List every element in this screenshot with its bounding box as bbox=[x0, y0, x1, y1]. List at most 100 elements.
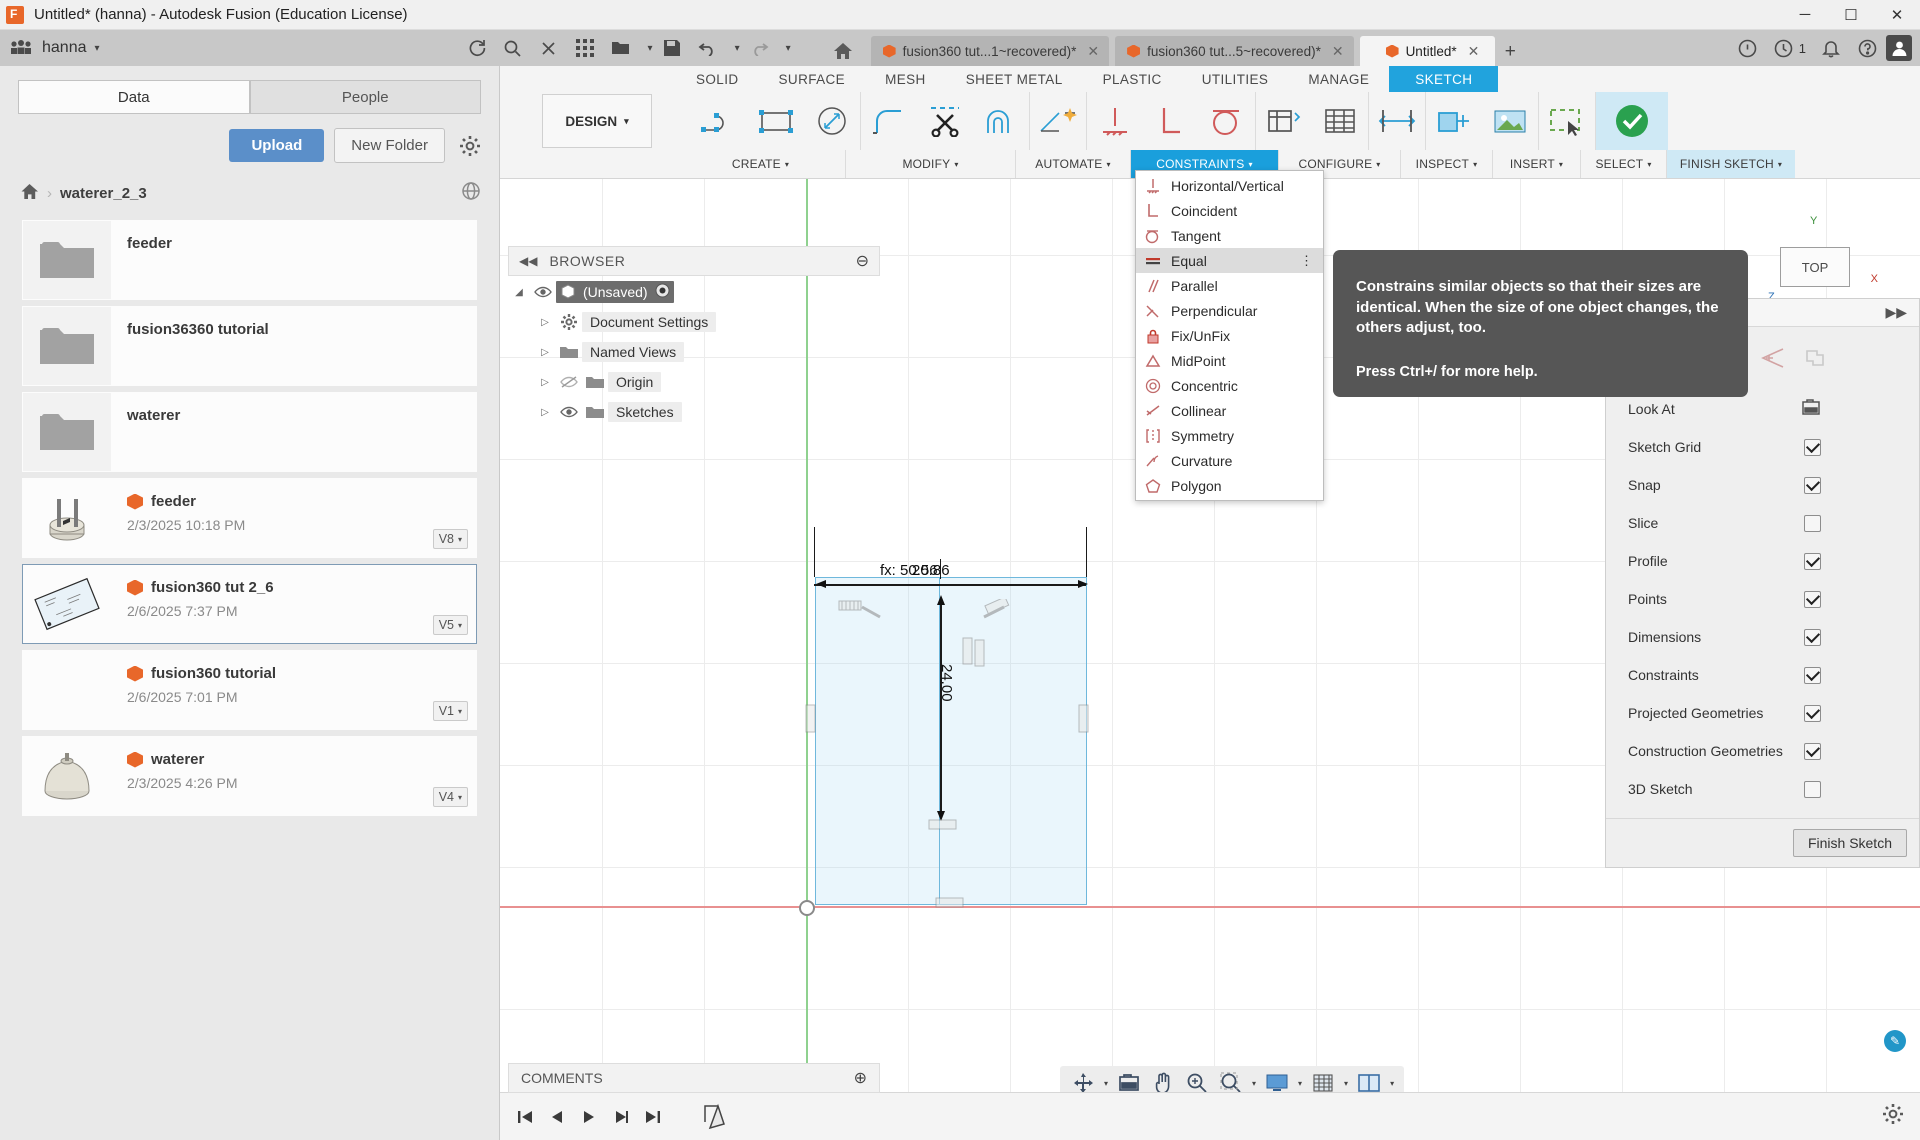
tab-sketch[interactable]: SKETCH bbox=[1389, 66, 1499, 92]
menu-item-fix-unfix[interactable]: Fix/UnFix bbox=[1136, 323, 1323, 348]
version-badge[interactable]: V5 ▾ bbox=[432, 615, 468, 635]
avatar[interactable] bbox=[1886, 35, 1912, 61]
skip-start-icon[interactable] bbox=[510, 1102, 540, 1132]
menu-item-horizontal-vertical[interactable]: Horizontal/Vertical bbox=[1136, 173, 1323, 198]
new-document-icon[interactable] bbox=[604, 33, 638, 63]
menu-item-perpendicular[interactable]: Perpendicular bbox=[1136, 298, 1323, 323]
home-icon[interactable] bbox=[20, 183, 39, 205]
globe-icon[interactable] bbox=[461, 181, 481, 206]
group-label-modify[interactable]: MODIFY ▾ bbox=[846, 150, 1016, 178]
chevron-down-icon[interactable]: ▾ bbox=[1344, 1079, 1348, 1088]
slice-checkbox[interactable] bbox=[1804, 514, 1821, 532]
list-item[interactable]: fusion360 tutorial 2/6/2025 7:01 PM V1 ▾ bbox=[22, 650, 477, 730]
group-label-finish-sketch[interactable]: FINISH SKETCH ▾ bbox=[1667, 150, 1795, 178]
finish-sketch-button[interactable]: Finish Sketch bbox=[1792, 829, 1907, 857]
group-label-inspect[interactable]: INSPECT ▾ bbox=[1401, 150, 1493, 178]
upload-button[interactable]: Upload bbox=[229, 129, 325, 162]
tab-surface[interactable]: SURFACE bbox=[759, 72, 866, 87]
coincident-constraint-icon[interactable] bbox=[1143, 94, 1199, 148]
comments-panel[interactable]: COMMENTS ⊕ bbox=[508, 1063, 880, 1093]
document-tab[interactable]: fusion360 tut...1~recovered)* ✕ bbox=[870, 36, 1110, 66]
chevron-down-icon[interactable]: ▾ bbox=[1390, 1079, 1394, 1088]
palette-row-projected-geometries[interactable]: Projected Geometries bbox=[1606, 694, 1919, 732]
list-item[interactable]: feeder bbox=[22, 220, 477, 300]
points-checkbox[interactable] bbox=[1804, 590, 1821, 608]
home-tab[interactable] bbox=[821, 36, 865, 66]
copy-sketch-icon[interactable] bbox=[1803, 347, 1829, 374]
sketch-feature-icon[interactable] bbox=[700, 1102, 730, 1132]
measure-icon[interactable] bbox=[1369, 94, 1425, 148]
view-cube-face[interactable]: TOP bbox=[1780, 247, 1850, 287]
tab-people[interactable]: People bbox=[249, 80, 481, 114]
help-extension-icon[interactable] bbox=[1731, 33, 1765, 63]
help-icon[interactable] bbox=[1850, 33, 1884, 63]
version-badge[interactable]: V1 ▾ bbox=[432, 701, 468, 721]
tree-row-document-settings[interactable]: ▷ Document Settings bbox=[508, 307, 880, 337]
menu-item-equal[interactable]: Equal ⋮ bbox=[1136, 248, 1323, 273]
dimension-vertical[interactable]: 24.00 bbox=[938, 664, 955, 702]
design-workspace-selector[interactable]: DESIGN ▾ bbox=[542, 94, 652, 148]
group-label-automate[interactable]: AUTOMATE ▾ bbox=[1016, 150, 1131, 178]
version-badge[interactable]: V4 ▾ bbox=[432, 787, 468, 807]
expand-icon[interactable]: ▶▶ bbox=[1885, 304, 1907, 321]
menu-item-midpoint[interactable]: MidPoint bbox=[1136, 348, 1323, 373]
palette-row-3d-sketch[interactable]: 3D Sketch bbox=[1606, 770, 1919, 808]
dimensions-checkbox[interactable] bbox=[1804, 628, 1821, 646]
origin-point[interactable] bbox=[799, 900, 815, 916]
line-tool-icon[interactable] bbox=[692, 94, 748, 148]
eye-icon[interactable] bbox=[556, 406, 582, 418]
list-item[interactable]: feeder 2/3/2025 10:18 PM V8 ▾ bbox=[22, 478, 477, 558]
close-icon[interactable]: ✕ bbox=[1332, 43, 1344, 60]
automate-constraints-icon[interactable] bbox=[1030, 94, 1086, 148]
list-item[interactable]: waterer 2/3/2025 4:26 PM V4 ▾ bbox=[22, 736, 477, 816]
chevron-down-icon[interactable]: ▾ bbox=[1104, 1079, 1108, 1088]
projected-geometries-checkbox[interactable] bbox=[1804, 704, 1821, 722]
menu-item-tangent[interactable]: Tangent bbox=[1136, 223, 1323, 248]
collapse-icon[interactable]: ◀◀ bbox=[519, 254, 537, 268]
close-button[interactable]: ✕ bbox=[1874, 0, 1920, 30]
palette-row-dimensions[interactable]: Dimensions bbox=[1606, 618, 1919, 656]
tab-mesh[interactable]: MESH bbox=[865, 72, 946, 87]
insert-image-icon[interactable] bbox=[1482, 94, 1538, 148]
trim-tool-icon[interactable] bbox=[917, 94, 973, 148]
search-icon[interactable] bbox=[496, 33, 530, 63]
tab-solid[interactable]: SOLID bbox=[676, 72, 759, 87]
constraint-glyph[interactable] bbox=[935, 897, 965, 909]
chevron-down-icon[interactable]: ▾ bbox=[1252, 1079, 1256, 1088]
menu-item-curvature[interactable]: Curvature bbox=[1136, 448, 1323, 473]
constraints-checkbox[interactable] bbox=[1804, 666, 1821, 684]
tab-manage[interactable]: MANAGE bbox=[1288, 72, 1389, 87]
list-item-selected[interactable]: fusion360 tut 2_6 2/6/2025 7:37 PM V5 ▾ bbox=[22, 564, 477, 644]
new-tab-button[interactable]: + bbox=[1495, 41, 1525, 66]
list-item[interactable]: waterer bbox=[22, 392, 477, 472]
palette-row-constraints[interactable]: Constraints bbox=[1606, 656, 1919, 694]
group-label-select[interactable]: SELECT ▾ bbox=[1581, 150, 1667, 178]
eye-hidden-icon[interactable] bbox=[556, 376, 582, 388]
tangent-constraint-icon[interactable] bbox=[1199, 94, 1255, 148]
chevron-down-icon[interactable]: ▾ bbox=[95, 43, 100, 54]
eye-icon[interactable] bbox=[530, 286, 556, 298]
profile-checkbox[interactable] bbox=[1804, 552, 1821, 570]
menu-item-coincident[interactable]: Coincident bbox=[1136, 198, 1323, 223]
version-badge[interactable]: V8 ▾ bbox=[432, 529, 468, 549]
expand-arrow-icon[interactable]: ▷ bbox=[534, 347, 556, 358]
step-back-icon[interactable] bbox=[542, 1102, 572, 1132]
tab-data[interactable]: Data bbox=[18, 80, 250, 114]
rectangle-tool-icon[interactable] bbox=[748, 94, 804, 148]
close-icon[interactable]: ✕ bbox=[1087, 43, 1099, 60]
menu-item-polygon[interactable]: Polygon bbox=[1136, 473, 1323, 498]
chevron-down-icon[interactable]: ▾ bbox=[648, 43, 653, 54]
grid-apps-icon[interactable] bbox=[568, 33, 602, 63]
radio-icon[interactable] bbox=[655, 283, 670, 301]
dimension-horizontal-overlap[interactable]: 20.86 bbox=[912, 562, 950, 579]
chevron-down-icon[interactable]: ▾ bbox=[1298, 1079, 1302, 1088]
tree-row-root[interactable]: ◢ (Unsaved) bbox=[508, 277, 880, 307]
constraint-glyph[interactable] bbox=[964, 599, 1010, 625]
time-history-icon[interactable] bbox=[1767, 33, 1801, 63]
look-at-icon[interactable] bbox=[1801, 399, 1821, 419]
expand-arrow-icon[interactable]: ◢ bbox=[508, 287, 530, 298]
breadcrumb-current[interactable]: waterer_2_3 bbox=[60, 185, 147, 202]
finish-sketch-icon[interactable] bbox=[1596, 94, 1668, 148]
circle-tool-icon[interactable] bbox=[804, 94, 860, 148]
expand-arrow-icon[interactable]: ▷ bbox=[534, 407, 556, 418]
